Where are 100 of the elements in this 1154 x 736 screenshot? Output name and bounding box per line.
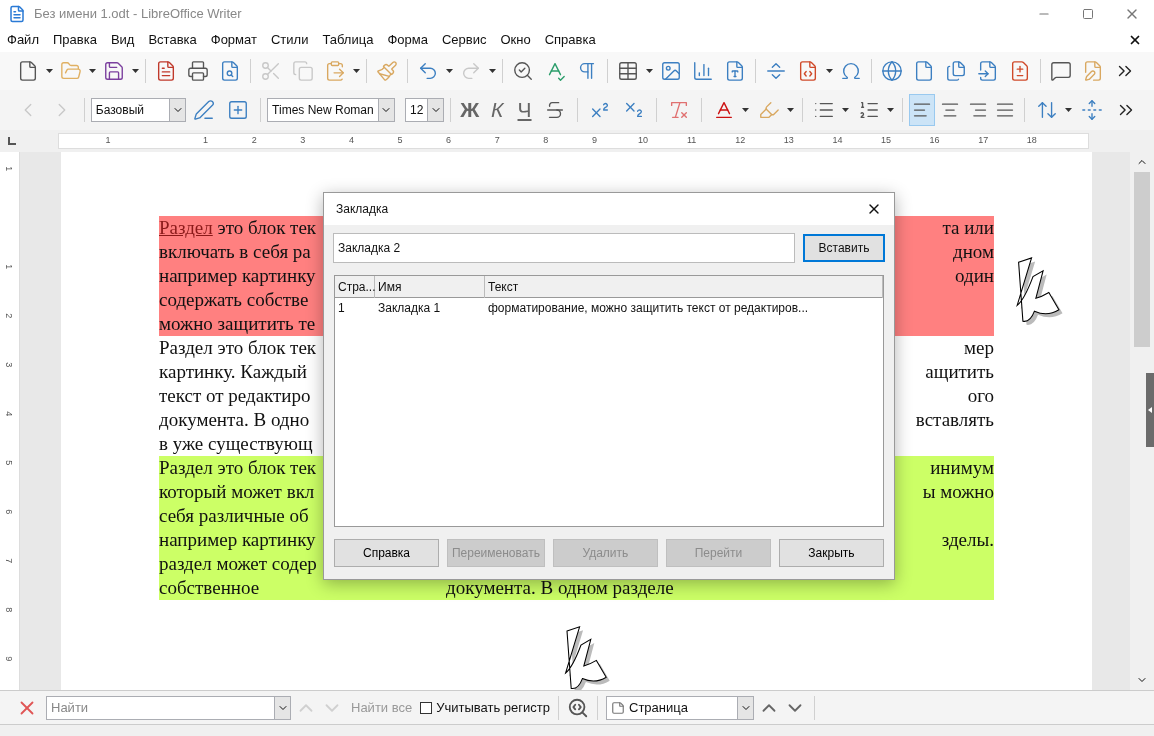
caret-icon[interactable] bbox=[353, 69, 360, 73]
document-text: вставлять bbox=[915, 409, 994, 430]
close-document-icon[interactable] bbox=[1128, 33, 1142, 47]
ruler-number: 18 bbox=[1026, 134, 1037, 147]
ruler-number: 5 bbox=[397, 134, 403, 147]
menu-item[interactable]: Стили bbox=[263, 30, 316, 50]
sidebar-handle[interactable] bbox=[1146, 373, 1154, 447]
triangle-icon bbox=[1148, 407, 1152, 413]
menu-item[interactable]: Вставка bbox=[141, 30, 204, 50]
paragraph-style-combo[interactable]: Базовый bbox=[90, 98, 187, 122]
caret-icon[interactable] bbox=[842, 108, 850, 112]
document-text: собственное bbox=[159, 577, 260, 598]
font-name-combo[interactable]: Times New Roman bbox=[267, 98, 395, 122]
scope-combo[interactable]: Страница bbox=[606, 695, 754, 720]
ruler-number: 1 bbox=[3, 166, 16, 172]
document-text: раздел может содер bbox=[159, 553, 317, 574]
document-text: инимум bbox=[930, 457, 994, 478]
caret-icon[interactable] bbox=[132, 69, 139, 73]
caret-icon[interactable] bbox=[446, 69, 453, 73]
scrollbar[interactable] bbox=[1130, 152, 1154, 690]
menu-item[interactable]: Справка bbox=[537, 30, 603, 50]
document-text: Раздел это блок тек bbox=[159, 457, 317, 478]
document-text: один bbox=[955, 265, 994, 286]
format-button[interactable]: К bbox=[484, 94, 510, 126]
caret-icon[interactable] bbox=[786, 108, 794, 112]
align-button[interactable] bbox=[909, 94, 935, 126]
ruler-number: 2 bbox=[251, 134, 257, 147]
menu-item[interactable]: Файл bbox=[0, 30, 46, 50]
column-header[interactable]: Стра... bbox=[335, 276, 375, 298]
checkbox-label[interactable]: Учитывать регистр bbox=[436, 697, 550, 718]
ruler-number: 3 bbox=[300, 134, 306, 147]
ruler-number: 10 bbox=[638, 134, 648, 147]
caret-icon[interactable] bbox=[646, 69, 653, 73]
menu-item[interactable]: Формат bbox=[203, 30, 264, 50]
ruler-number: 4 bbox=[348, 134, 354, 147]
caret-icon[interactable] bbox=[489, 69, 496, 73]
ruler-number: 11 bbox=[686, 134, 697, 147]
menu-item[interactable]: Сервис bbox=[434, 30, 494, 50]
find-replace-icon[interactable] bbox=[567, 696, 589, 719]
document-text: который может вкл bbox=[159, 481, 315, 502]
match-case-checkbox[interactable] bbox=[420, 701, 433, 714]
caret-icon[interactable] bbox=[826, 69, 833, 73]
document-text: это блок тек bbox=[217, 217, 317, 238]
column-header[interactable]: Текст bbox=[485, 276, 883, 298]
scrollbar-thumb[interactable] bbox=[1134, 172, 1150, 347]
table-cell-text: форматирование, можно защитить текст от редактиров... bbox=[487, 300, 810, 317]
menu-item[interactable]: Окно bbox=[493, 30, 538, 50]
ruler-number: 9 bbox=[3, 656, 16, 662]
window-title: Без имени 1.odt - LibreOffice Writer bbox=[34, 5, 242, 24]
table-cell-text: Закладка 1 bbox=[377, 300, 442, 317]
ruler-number: 6 bbox=[446, 134, 452, 147]
document-text: Раздел это блок тек bbox=[159, 337, 317, 358]
insert-button[interactable]: Вставить bbox=[803, 234, 885, 262]
page-icon bbox=[611, 700, 625, 715]
maximize-icon[interactable] bbox=[1082, 8, 1094, 20]
ruler-number: 1 bbox=[203, 134, 209, 147]
ruler-number: 14 bbox=[832, 134, 843, 147]
document-text: себя различные об bbox=[159, 505, 309, 526]
document-text: зделы. bbox=[941, 529, 994, 550]
dialog-button[interactable]: Справка bbox=[334, 539, 440, 567]
ruler-number: 5 bbox=[3, 460, 16, 466]
ruler-number: 8 bbox=[543, 134, 549, 147]
ruler-number: 9 bbox=[591, 134, 597, 147]
dialog-button[interactable]: Закрыть bbox=[778, 539, 884, 567]
document-text: дном bbox=[953, 241, 994, 262]
dropdown-button[interactable] bbox=[275, 695, 291, 720]
find-field[interactable]: Найти bbox=[46, 695, 275, 720]
caret-icon[interactable] bbox=[741, 108, 749, 112]
ruler-number: 2 bbox=[3, 313, 16, 319]
ruler-number: 13 bbox=[783, 134, 794, 147]
ruler-number: 6 bbox=[3, 509, 16, 515]
menu-item[interactable]: Таблица bbox=[315, 30, 381, 50]
document-text: документа. В одно bbox=[159, 409, 310, 430]
tab-stop-icon[interactable] bbox=[8, 137, 16, 145]
caret-icon[interactable] bbox=[1065, 108, 1073, 112]
menu-item[interactable]: Вид bbox=[103, 30, 142, 50]
document-text: включать в себя ра bbox=[159, 241, 311, 262]
document-text: можно защитить те bbox=[159, 313, 316, 334]
format-button[interactable]: Ч bbox=[511, 94, 538, 126]
document-text: например картинку bbox=[159, 529, 316, 550]
ruler-number: 8 bbox=[3, 607, 16, 613]
menu-item[interactable]: Форма bbox=[380, 30, 435, 50]
ruler-number: 16 bbox=[929, 134, 940, 147]
bookmark-name-field[interactable]: Закладка 2 bbox=[333, 233, 795, 263]
menu-item[interactable]: Правка bbox=[45, 30, 104, 50]
document-text: та или bbox=[942, 217, 994, 238]
caret-icon[interactable] bbox=[887, 108, 895, 112]
document-text: в уже существующ bbox=[159, 433, 313, 454]
link[interactable]: Раздел bbox=[159, 217, 213, 238]
document-text: ащитить bbox=[925, 361, 994, 382]
caret-icon[interactable] bbox=[46, 69, 53, 73]
format-button[interactable]: Ж bbox=[457, 94, 483, 126]
document-text: например картинку bbox=[159, 265, 316, 286]
caret-icon[interactable] bbox=[89, 69, 96, 73]
column-header[interactable]: Имя bbox=[375, 276, 485, 298]
font-size-combo[interactable]: 12 bbox=[405, 98, 445, 122]
document-text: документа. В одном разделе bbox=[446, 577, 674, 598]
document-text: мер bbox=[964, 337, 994, 358]
writer-logo-icon bbox=[8, 5, 26, 23]
ruler-number: 1 bbox=[105, 134, 111, 147]
